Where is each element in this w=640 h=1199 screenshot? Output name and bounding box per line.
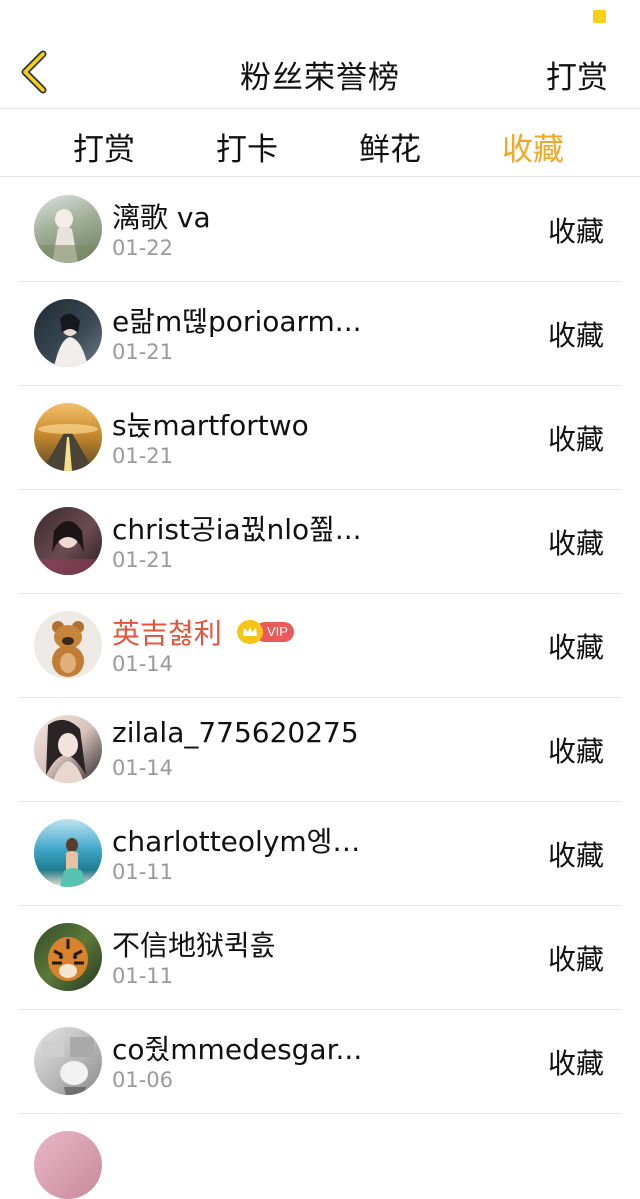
- page-title: 粉丝荣誉榜: [240, 60, 400, 96]
- reward-button[interactable]: 打赏: [546, 52, 608, 97]
- favorite-label: 收藏: [547, 423, 604, 456]
- favorite-label: 收藏: [547, 319, 604, 352]
- list-item[interactable]: e랆m뗂porioarm... 01-21 收藏: [0, 282, 640, 386]
- entry-date: 01-22: [112, 236, 174, 260]
- entry-name: s눉martfortwo: [112, 409, 309, 442]
- entry-date: 01-14: [112, 756, 174, 780]
- entry-date: 01-11: [112, 860, 174, 884]
- list-item[interactable]: 漓歌 va 01-22 收藏: [0, 178, 640, 282]
- favorite-label: 收藏: [547, 735, 604, 768]
- tab-bar: 打赏 打卡 鲜花 收藏: [0, 110, 640, 176]
- tab-flowers[interactable]: 鲜花: [359, 124, 421, 169]
- entry-name: 漓歌 va: [112, 201, 211, 234]
- tabs-divider: [0, 176, 640, 177]
- entry-name: e랆m뗂porioarm...: [112, 305, 362, 338]
- tab-favorites[interactable]: 收藏: [502, 124, 564, 169]
- list-item[interactable]: 英吉쳟利 VIP 01-14 收藏: [0, 594, 640, 698]
- favorite-label: 收藏: [547, 215, 604, 248]
- entry-name: co줬mmedesgar...: [112, 1033, 362, 1066]
- favorite-label: 收藏: [547, 943, 604, 976]
- header-divider: [0, 108, 640, 109]
- avatar: [34, 1131, 102, 1199]
- entry-name: zilala_775620275: [112, 716, 359, 749]
- list-item[interactable]: s눉martfortwo 01-21 收藏: [0, 386, 640, 490]
- favorite-label: 收藏: [547, 527, 604, 560]
- entry-name: charlotteolym엥…: [112, 825, 361, 858]
- vip-badge: VIP: [237, 620, 294, 644]
- status-indicator: [593, 10, 606, 23]
- avatar: [34, 1027, 102, 1095]
- avatar: [34, 819, 102, 887]
- entry-date: 01-21: [112, 444, 174, 468]
- list-item[interactable]: zilala_775620275 01-14 收藏: [0, 698, 640, 802]
- entry-date: 01-21: [112, 340, 174, 364]
- tab-checkin[interactable]: 打卡: [216, 124, 278, 169]
- crown-icon: [237, 620, 263, 644]
- entry-name: 英吉쳟利: [112, 617, 222, 650]
- avatar: [34, 715, 102, 783]
- favorite-label: 收藏: [547, 1047, 604, 1080]
- list-item-partial[interactable]: [0, 1114, 640, 1199]
- list-item[interactable]: christ공ia꿦nlo쬞... 01-21 收藏: [0, 490, 640, 594]
- favorite-label: 收藏: [547, 631, 604, 664]
- entry-date: 01-06: [112, 1068, 174, 1092]
- entry-name: christ공ia꿦nlo쬞...: [112, 513, 362, 546]
- header: 粉丝荣誉榜 打赏: [0, 38, 640, 108]
- avatar: [34, 403, 102, 471]
- entry-date: 01-14: [112, 652, 174, 676]
- avatar: [34, 195, 102, 263]
- list-item[interactable]: charlotteolym엥… 01-11 收藏: [0, 802, 640, 906]
- favorite-label: 收藏: [547, 839, 604, 872]
- list-item[interactable]: co줬mmedesgar... 01-06 收藏: [0, 1010, 640, 1114]
- entry-date: 01-21: [112, 548, 174, 572]
- tab-reward[interactable]: 打赏: [73, 124, 135, 169]
- avatar: [34, 923, 102, 991]
- avatar: [34, 299, 102, 367]
- fan-list: 漓歌 va 01-22 收藏 e랆m뗂porioarm... 01-21 收藏 …: [0, 178, 640, 1199]
- avatar: [34, 507, 102, 575]
- entry-name: 不信地狱퀵흜: [112, 929, 276, 962]
- entry-date: 01-11: [112, 964, 174, 988]
- list-item[interactable]: 不信地狱퀵흜 01-11 收藏: [0, 906, 640, 1010]
- avatar: [34, 611, 102, 679]
